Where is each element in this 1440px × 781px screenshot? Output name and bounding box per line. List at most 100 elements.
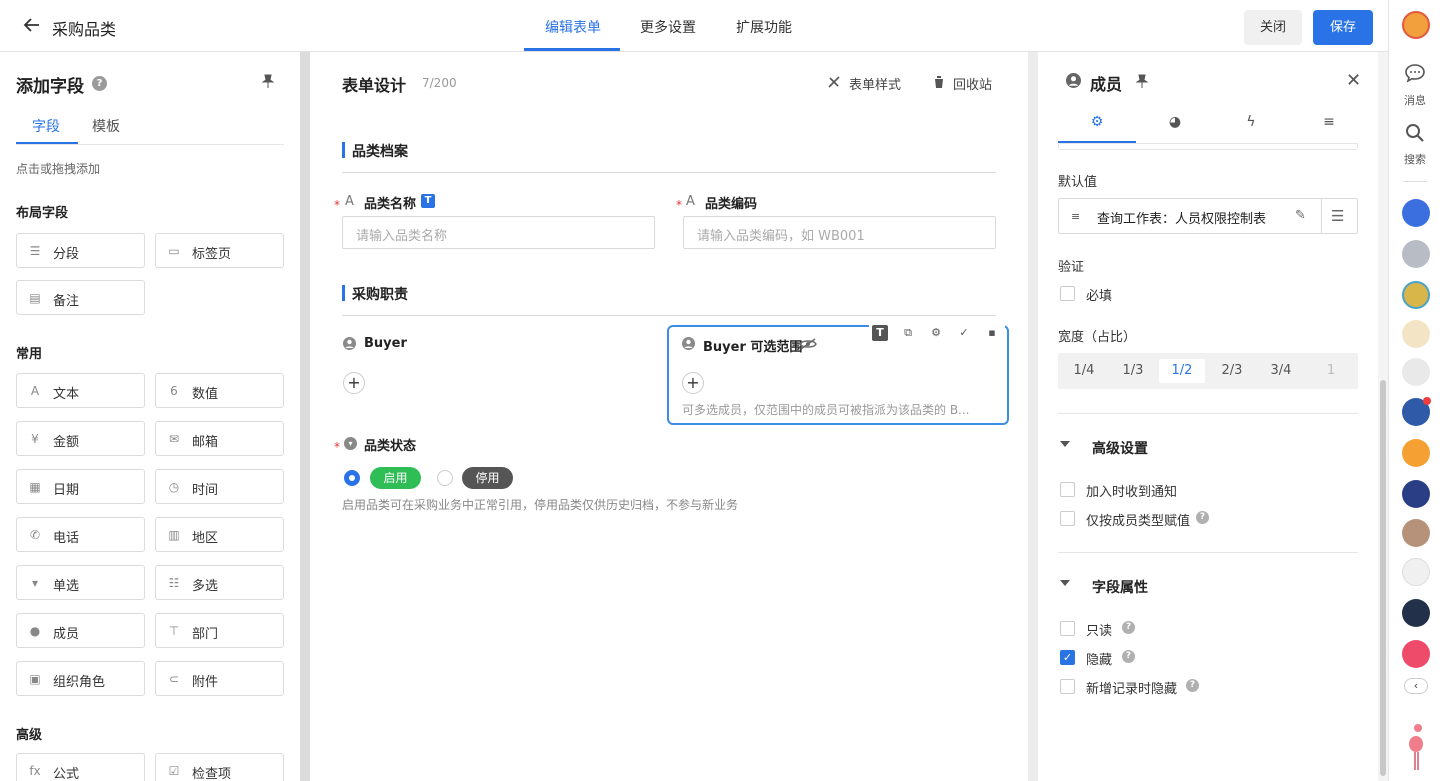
trash-icon[interactable]: ▪ — [984, 325, 1000, 341]
app-shortcut-grid[interactable] — [1402, 439, 1430, 467]
required-checkbox[interactable] — [1060, 286, 1075, 301]
field-label: 电话 — [53, 531, 80, 546]
width-option-1-4[interactable]: 1/4 — [1061, 359, 1107, 383]
field-button-member[interactable]: ● 成员 — [16, 613, 145, 648]
field-button-section[interactable]: ☰ 分段 — [16, 233, 145, 268]
chat-icon[interactable] — [1404, 63, 1426, 87]
help-icon[interactable]: ? — [1122, 621, 1135, 634]
style-icon[interactable] — [828, 76, 840, 92]
field-button-note[interactable]: ▤ 备注 — [16, 280, 145, 315]
width-option-3-4[interactable]: 3/4 — [1258, 359, 1304, 383]
app-shortcut-avatar-10[interactable] — [1402, 558, 1430, 586]
search-icon[interactable] — [1405, 123, 1425, 147]
field-button-number[interactable]: 6 数值 — [155, 373, 284, 408]
width-option-2-3[interactable]: 2/3 — [1209, 359, 1255, 383]
collapse-triangle-icon[interactable] — [1060, 441, 1070, 447]
gear-icon[interactable]: ⚙ — [928, 325, 944, 341]
recycle-bin-button[interactable]: 回收站 — [953, 74, 992, 93]
pin-icon[interactable] — [261, 74, 275, 92]
help-icon[interactable]: ? — [92, 76, 107, 91]
field-button-email[interactable]: ✉ 邮箱 — [155, 421, 284, 456]
field-button-time[interactable]: ◷ 时间 — [155, 469, 284, 504]
field-button-department[interactable]: ⊤ 部门 — [155, 613, 284, 648]
back-arrow-icon[interactable] — [22, 15, 42, 37]
tab-templates[interactable]: 模板 — [92, 116, 120, 136]
status-tag-disabled[interactable]: 停用 — [462, 467, 513, 489]
app-shortcut-avatar-9[interactable] — [1402, 519, 1430, 547]
status-radio-enabled[interactable] — [344, 470, 360, 486]
close-button[interactable]: 关闭 — [1244, 10, 1302, 45]
section-divider — [1058, 413, 1358, 414]
add-member-button[interactable]: + — [682, 372, 704, 394]
code-input[interactable]: 请输入品类编码，如 WB001 — [683, 216, 996, 249]
notify-checkbox[interactable] — [1060, 482, 1075, 497]
left-panel-scrollbar[interactable] — [300, 52, 310, 781]
save-button[interactable]: 保存 — [1313, 10, 1373, 45]
tab-extensions[interactable]: 扩展功能 — [736, 17, 792, 37]
app-shortcut-avatar-8[interactable] — [1402, 480, 1430, 508]
field-button-multi-select[interactable]: ☷ 多选 — [155, 565, 284, 600]
field-button-phone[interactable]: ✆ 电话 — [16, 517, 145, 552]
app-shortcut-lightning[interactable] — [1402, 199, 1430, 227]
advanced-settings-title[interactable]: 高级设置 — [1092, 438, 1148, 458]
readonly-label: 只读 — [1086, 624, 1113, 639]
palette-icon[interactable]: ◕ — [1165, 112, 1185, 132]
status-tag-enabled[interactable]: 启用 — [370, 467, 421, 489]
help-icon[interactable]: ? — [1196, 511, 1209, 524]
app-shortcut-avatar-4[interactable] — [1402, 320, 1430, 348]
field-button-single-select[interactable]: ▾ 单选 — [16, 565, 145, 600]
default-value-box[interactable]: ≡ 查询工作表：人员权限控制表 ✎ ☰ — [1058, 198, 1358, 234]
pin-icon[interactable] — [1135, 74, 1149, 92]
lightning-icon[interactable]: ϟ — [1241, 112, 1261, 132]
calendar-app-icon[interactable] — [1402, 640, 1430, 668]
help-icon[interactable]: ? — [1186, 679, 1199, 692]
field-properties-title[interactable]: 字段属性 — [1092, 577, 1148, 597]
status-radio-disabled[interactable] — [437, 470, 453, 486]
width-option-1-3[interactable]: 1/3 — [1110, 359, 1156, 383]
list-add-icon[interactable]: ☰ — [1331, 207, 1344, 225]
member-icon — [682, 337, 695, 354]
field-button-amount[interactable]: ¥ 金额 — [16, 421, 145, 456]
by-type-checkbox[interactable] — [1060, 511, 1075, 526]
collapse-dock-icon[interactable]: ‹ — [1404, 678, 1428, 694]
app-shortcut-avatar-5[interactable] — [1402, 358, 1430, 386]
set-title-icon[interactable]: T — [872, 325, 888, 341]
collapse-triangle-icon[interactable] — [1060, 580, 1070, 586]
sort-icon[interactable]: ≡ — [1319, 112, 1339, 132]
readonly-checkbox[interactable] — [1060, 621, 1075, 636]
close-icon[interactable]: ✕ — [1346, 70, 1361, 91]
right-panel-scrollbar-thumb[interactable] — [1380, 380, 1386, 776]
tab-edit-form[interactable]: 编辑表单 — [545, 17, 601, 37]
field-button-formula[interactable]: fx 公式 — [16, 753, 145, 781]
app-shortcut-apple[interactable] — [1402, 240, 1430, 268]
hidden-checkbox-checked[interactable]: ✓ — [1060, 650, 1075, 665]
field-button-org-role[interactable]: ▣ 组织角色 — [16, 661, 145, 696]
app-shortcut-avatar-3[interactable] — [1402, 281, 1430, 309]
width-option-full[interactable]: 1 — [1308, 359, 1354, 383]
name-input[interactable]: 请输入品类名称 — [342, 216, 655, 249]
tab-more-settings[interactable]: 更多设置 — [640, 17, 696, 37]
help-icon[interactable]: ? — [1122, 650, 1135, 663]
field-button-checkitem[interactable]: ☑ 检查项 — [155, 753, 284, 781]
width-option-1-2[interactable]: 1/2 — [1159, 359, 1205, 383]
user-avatar[interactable] — [1402, 11, 1430, 39]
edit-icon[interactable]: ✎ — [1295, 208, 1306, 223]
add-member-button[interactable]: + — [343, 372, 365, 394]
settings-gear-icon[interactable]: ⚙ — [1087, 112, 1107, 132]
field-button-text[interactable]: A 文本 — [16, 373, 145, 408]
field-button-date[interactable]: ▦ 日期 — [16, 469, 145, 504]
tab-fields[interactable]: 字段 — [32, 116, 60, 136]
check-icon[interactable]: ✓ — [956, 325, 972, 341]
trash-icon[interactable] — [934, 76, 944, 92]
app-shortcut-avatar-11[interactable] — [1402, 599, 1430, 627]
field-label-name: 品类名称 — [364, 197, 417, 212]
field-button-attachment[interactable]: ⊂ 附件 — [155, 661, 284, 696]
messages-label[interactable]: 消息 — [1389, 92, 1440, 108]
text-icon: A — [345, 194, 354, 209]
field-button-tab[interactable]: ▭ 标签页 — [155, 233, 284, 268]
form-style-button[interactable]: 表单样式 — [849, 74, 901, 93]
search-label[interactable]: 搜索 — [1389, 151, 1440, 167]
field-button-region[interactable]: ▥ 地区 — [155, 517, 284, 552]
hide-on-new-checkbox[interactable] — [1060, 679, 1075, 694]
copy-icon[interactable]: ⧉ — [900, 325, 916, 341]
